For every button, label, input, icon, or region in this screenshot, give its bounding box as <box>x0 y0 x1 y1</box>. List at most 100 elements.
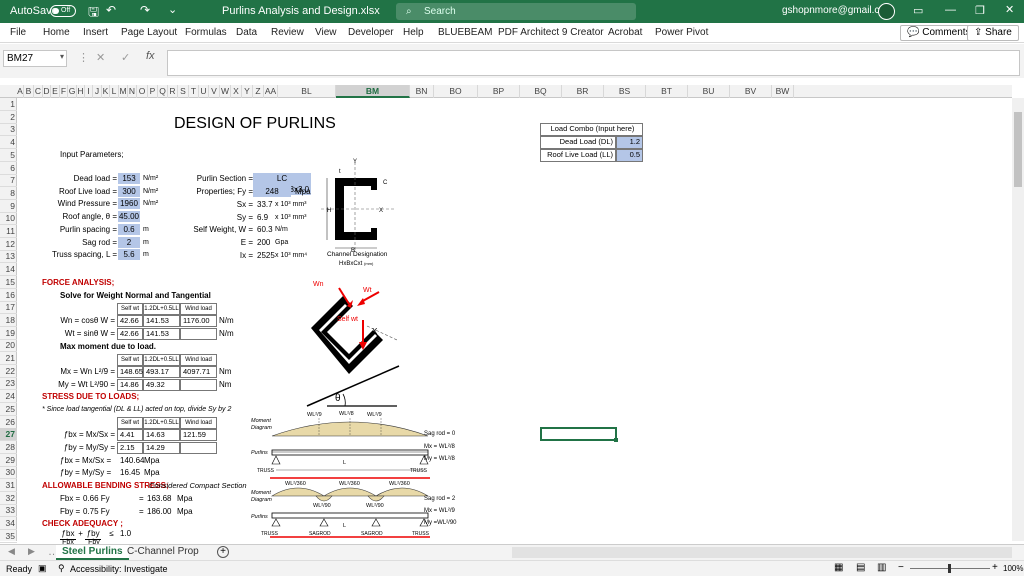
t1-wt-cell-1[interactable]: 141.53 <box>143 327 180 340</box>
tab-bluebeam[interactable]: BLUEBEAM <box>438 27 492 38</box>
column-header-br[interactable]: BR <box>562 85 604 98</box>
row-header-28[interactable]: 28 <box>0 441 17 454</box>
comments-button[interactable]: 💬 Comments <box>900 25 978 41</box>
column-header-aa[interactable]: AA <box>264 85 278 98</box>
column-header-bu[interactable]: BU <box>688 85 730 98</box>
prev-sheet-icon[interactable]: ◀ <box>8 546 15 557</box>
t2-my-cell-2[interactable] <box>180 378 217 391</box>
vertical-scroll-thumb[interactable] <box>1014 112 1022 187</box>
row-header-8[interactable]: 8 <box>0 187 17 200</box>
page-break-view-icon[interactable]: ▥ <box>877 562 886 573</box>
next-sheet-icon[interactable]: ▶ <box>28 546 35 557</box>
input-value-1[interactable]: 300 <box>118 185 140 197</box>
row-header-21[interactable]: 21 <box>0 352 17 365</box>
tab-help[interactable]: Help <box>403 27 424 38</box>
t2-mx-cell-0[interactable]: 148.65 <box>117 366 143 378</box>
column-header-v[interactable]: V <box>209 85 220 98</box>
column-header-bw[interactable]: BW <box>772 85 794 98</box>
tab-view[interactable]: View <box>315 27 337 38</box>
t2-my-cell-1[interactable]: 49.32 <box>143 378 180 391</box>
column-header-b[interactable]: B <box>24 85 34 98</box>
row-header-4[interactable]: 4 <box>0 136 17 150</box>
enter-icon[interactable]: ✓ <box>121 51 130 64</box>
name-box-dropdown-icon[interactable]: ▾ <box>60 52 64 61</box>
column-header-bn[interactable]: BN <box>410 85 434 98</box>
close-icon[interactable]: ✕ <box>1005 3 1014 16</box>
t1-wn-cell-2[interactable]: 1176.00 <box>180 315 217 327</box>
column-header-bo[interactable]: BO <box>434 85 478 98</box>
column-header-l[interactable]: L <box>110 85 119 98</box>
row-header-22[interactable]: 22 <box>0 365 17 378</box>
row-header-25[interactable]: 25 <box>0 403 17 416</box>
row-header-35[interactable]: 35 <box>0 530 17 543</box>
column-header-k[interactable]: K <box>102 85 110 98</box>
tab-page-layout[interactable]: Page Layout <box>121 27 177 38</box>
t3-fby-cell-0[interactable]: 2.15 <box>117 441 143 454</box>
column-header-i[interactable]: I <box>85 85 93 98</box>
column-header-p[interactable]: P <box>148 85 158 98</box>
row-header-17[interactable]: 17 <box>0 301 17 315</box>
row-header-16[interactable]: 16 <box>0 289 17 302</box>
column-header-x[interactable]: X <box>231 85 242 98</box>
zoom-slider-thumb[interactable] <box>948 564 951 573</box>
row-header-31[interactable]: 31 <box>0 479 17 492</box>
column-header-d[interactable]: D <box>43 85 51 98</box>
t1-wn-cell-1[interactable]: 141.53 <box>143 315 180 327</box>
file-name[interactable]: Purlins Analysis and Design.xlsx <box>222 5 380 17</box>
horizontal-scrollbar[interactable] <box>512 547 1012 558</box>
row-header-14[interactable]: 14 <box>0 263 17 277</box>
status-accessibility[interactable]: Accessibility: Investigate <box>70 564 168 574</box>
t1-wt-cell-2[interactable] <box>180 327 217 340</box>
worksheet[interactable]: DESIGN OF PURLINS Input Parameters; Dead… <box>17 98 1012 546</box>
column-header-w[interactable]: W <box>220 85 231 98</box>
column-header-m[interactable]: M <box>119 85 128 98</box>
column-header-h[interactable]: H <box>77 85 85 98</box>
share-button[interactable]: ⇪ Share <box>967 25 1019 41</box>
row-header-18[interactable]: 18 <box>0 314 17 327</box>
tab-home[interactable]: Home <box>43 27 70 38</box>
t2-my-cell-0[interactable]: 14.86 <box>117 378 143 391</box>
row-header-13[interactable]: 13 <box>0 250 17 264</box>
row-header-3[interactable]: 3 <box>0 123 17 137</box>
column-header-s[interactable]: S <box>178 85 189 98</box>
macro-record-icon[interactable]: ▣ <box>38 563 47 574</box>
normal-view-icon[interactable]: ▦ <box>834 562 843 573</box>
row-header-20[interactable]: 20 <box>0 339 17 353</box>
tab-acrobat[interactable]: Acrobat <box>608 27 642 38</box>
input-value-5[interactable]: 2 <box>118 236 140 248</box>
insert-function-icon[interactable]: fx <box>146 50 155 62</box>
tab-insert[interactable]: Insert <box>83 27 108 38</box>
minimize-icon[interactable]: — <box>945 4 956 16</box>
zoom-in-icon[interactable]: + <box>992 562 998 573</box>
t1-wn-cell-0[interactable]: 42.66 <box>117 315 143 327</box>
input-value-4[interactable]: 0.6 <box>118 223 140 235</box>
restore-icon[interactable]: ❐ <box>975 4 985 17</box>
row-header-23[interactable]: 23 <box>0 377 17 391</box>
t3-fbx-cell-2[interactable]: 121.59 <box>180 429 217 441</box>
tab-pdf-architect[interactable]: PDF Architect 9 Creator <box>498 27 604 38</box>
zoom-out-icon[interactable]: − <box>898 562 904 573</box>
tab-c-channel-prop[interactable]: C-Channel Prop <box>121 545 205 560</box>
search-box[interactable]: ⌕ Search <box>396 3 636 20</box>
page-layout-view-icon[interactable]: ▤ <box>856 562 865 573</box>
column-header-q[interactable]: Q <box>158 85 168 98</box>
column-header-bs[interactable]: BS <box>604 85 646 98</box>
tab-steel-purlins[interactable]: Steel Purlins <box>56 545 129 560</box>
tab-developer[interactable]: Developer <box>348 27 394 38</box>
row-header-1[interactable]: 1 <box>0 98 17 111</box>
tab-file[interactable]: File <box>10 27 26 38</box>
t3-fby-cell-2[interactable] <box>180 441 217 454</box>
column-header-t[interactable]: T <box>189 85 199 98</box>
row-header-32[interactable]: 32 <box>0 492 17 505</box>
column-header-bp[interactable]: BP <box>478 85 520 98</box>
t3-fbx-cell-1[interactable]: 14.63 <box>143 429 180 441</box>
tab-data[interactable]: Data <box>236 27 257 38</box>
column-header-a[interactable]: A <box>17 85 24 98</box>
combo-title[interactable]: Load Combo (Input here) <box>540 123 643 136</box>
row-header-29[interactable]: 29 <box>0 454 17 467</box>
combo-dl-label[interactable]: Dead Load (DL) <box>540 136 616 149</box>
column-header-o[interactable]: O <box>137 85 148 98</box>
column-header-z[interactable]: Z <box>253 85 264 98</box>
column-header-bv[interactable]: BV <box>730 85 772 98</box>
save-icon[interactable]: 🖫 <box>88 3 99 25</box>
